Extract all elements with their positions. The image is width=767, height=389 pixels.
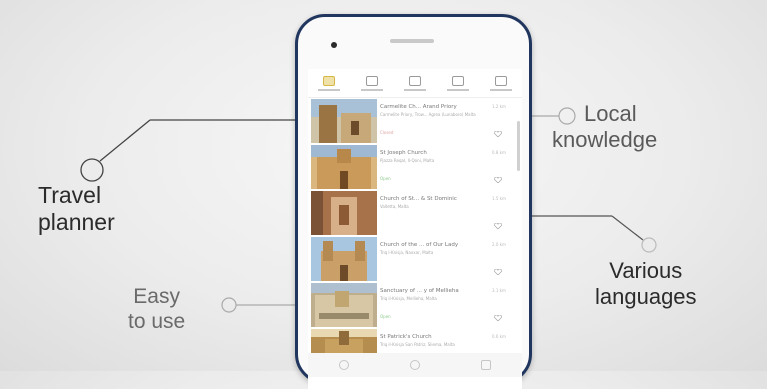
church-thumbnail xyxy=(311,145,377,189)
list-item-tag: Closed xyxy=(380,130,394,135)
list-item-subtitle: Triq il-Knisja, Mellieha, Malta xyxy=(380,296,437,301)
list-item-title: St Joseph Church xyxy=(380,150,427,156)
travel-planner-label-line1: Travel xyxy=(38,182,102,208)
various-languages-line xyxy=(611,215,644,241)
list-item-distance: 0.6 km xyxy=(492,334,506,339)
tab-camera[interactable] xyxy=(400,75,430,91)
church-thumbnail xyxy=(311,237,377,281)
tab-bookmarks-label xyxy=(446,88,469,91)
planner-icon xyxy=(323,75,336,86)
various-languages-marker xyxy=(641,237,657,253)
tab-bookmarks[interactable] xyxy=(443,75,473,91)
list-item-distance: 2.0 km xyxy=(492,242,506,247)
heart-icon[interactable] xyxy=(494,223,502,229)
tab-planner[interactable] xyxy=(314,75,344,91)
easy-to-use-marker xyxy=(221,297,237,313)
list-item-distance: 0.8 km xyxy=(492,150,506,155)
list-item-subtitle: Triq l-Knisja, Naxxar, Malta xyxy=(380,250,434,255)
phone-speaker xyxy=(390,39,434,43)
travel-planner-label-line2: planner xyxy=(38,209,115,236)
list-item-title: Church of St... & St Dominic xyxy=(380,196,457,202)
list-item[interactable]: Church of St... & St Dominic Valletta, M… xyxy=(308,191,522,237)
list-item-title: St Patrick's Church xyxy=(380,334,432,340)
church-thumbnail xyxy=(311,283,377,327)
church-thumbnail xyxy=(311,191,377,235)
heart-icon[interactable] xyxy=(494,315,502,321)
list-item-title: Carmelite Ch... Arand Priory xyxy=(380,104,457,110)
list-item-subtitle: Pjazza Reqal, Il-Qoni, Malta xyxy=(380,158,435,163)
travel-planner-line xyxy=(99,119,151,162)
list-item[interactable]: Church of the ... of Our Lady Triq l-Kni… xyxy=(308,237,522,283)
tab-camera-label xyxy=(403,88,426,91)
tab-planner-label xyxy=(318,88,341,91)
gear-icon xyxy=(494,75,507,86)
various-languages-label: Various languages xyxy=(595,258,697,310)
travel-planner-label: Travel planner xyxy=(38,182,115,236)
phone-mockup: Carmelite Ch... Arand Priory Carmelite P… xyxy=(295,14,532,389)
home-icon[interactable] xyxy=(338,360,349,370)
easy-to-use-label: Easy to use xyxy=(128,285,185,335)
tab-settings[interactable] xyxy=(486,75,516,91)
location-icon[interactable] xyxy=(409,360,420,370)
tab-audio-label xyxy=(361,88,384,91)
app-bottom-bar xyxy=(308,353,522,377)
tab-audio[interactable] xyxy=(357,75,387,91)
local-knowledge-label-line1: Local xyxy=(584,101,637,126)
heart-icon[interactable] xyxy=(494,177,502,183)
local-knowledge-label: Local knowledge xyxy=(552,101,657,153)
square-icon[interactable] xyxy=(481,360,492,370)
list-item[interactable]: Sanctuary of ... y of Mellieha Triq il-K… xyxy=(308,283,522,329)
various-languages-label-line1: Various xyxy=(609,258,683,283)
heart-icon[interactable] xyxy=(494,131,502,137)
list-item-distance: 1.5 km xyxy=(492,196,506,201)
bookmark-icon xyxy=(451,75,464,86)
headphones-icon xyxy=(366,75,379,86)
app-tab-bar xyxy=(308,69,522,98)
list-item-distance: 3.1 km xyxy=(492,288,506,293)
church-thumbnail xyxy=(311,99,377,143)
list-item[interactable]: St Joseph Church Pjazza Reqal, Il-Qoni, … xyxy=(308,145,522,191)
app-screen: Carmelite Ch... Arand Priory Carmelite P… xyxy=(308,69,522,389)
list-item-subtitle: Triq il-Knisja San Patriz, Sliema, Malta xyxy=(380,342,455,347)
list-item-title: Church of the ... of Our Lady xyxy=(380,242,459,248)
travel-planner-marker xyxy=(80,158,104,182)
various-languages-label-line2: languages xyxy=(595,283,697,309)
camera-icon xyxy=(408,75,421,86)
list-item-subtitle: Carmelite Priory, Trow... Agrea (Lunabor… xyxy=(380,112,476,117)
list-item-distance: 1.2 km xyxy=(492,104,506,109)
list-item-subtitle: Valletta, Malta xyxy=(380,204,409,209)
easy-to-use-label-line2: to use xyxy=(128,309,186,333)
promo-stage: Travel planner Easy to use Local knowled… xyxy=(0,0,767,389)
easy-to-use-label-line1: Easy xyxy=(133,285,180,308)
tab-settings-label xyxy=(489,88,512,91)
local-knowledge-label-line2: knowledge xyxy=(552,126,658,152)
heart-icon[interactable] xyxy=(494,269,502,275)
list-item-tag: Open xyxy=(380,176,391,181)
list-item[interactable]: Carmelite Ch... Arand Priory Carmelite P… xyxy=(308,99,522,145)
list-item-title: Sanctuary of ... y of Mellieha xyxy=(380,288,459,294)
phone-camera xyxy=(331,42,337,48)
list-item-tag: Open xyxy=(380,314,391,319)
